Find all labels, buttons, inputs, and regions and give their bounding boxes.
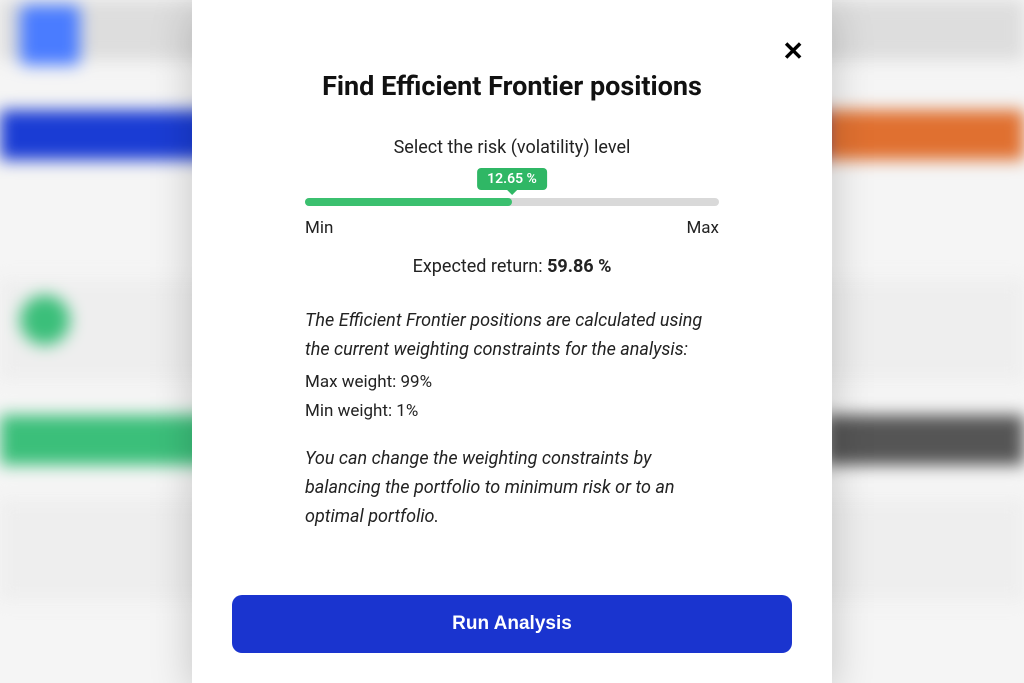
min-weight-text: Min weight: 1% xyxy=(305,398,719,425)
info-block: The Efficient Frontier positions are cal… xyxy=(305,307,719,535)
efficient-frontier-modal: ✕ Find Efficient Frontier positions Sele… xyxy=(192,0,832,683)
expected-return-value: 59.86 % xyxy=(547,256,611,277)
risk-slider[interactable]: 12.65 % Min Max xyxy=(305,198,719,238)
slider-min-label: Min xyxy=(305,218,333,238)
slider-track[interactable] xyxy=(305,198,719,206)
close-button[interactable]: ✕ xyxy=(782,38,804,64)
max-weight-text: Max weight: 99% xyxy=(305,369,719,396)
modal-title: Find Efficient Frontier positions xyxy=(232,70,792,102)
run-analysis-button[interactable]: Run Analysis xyxy=(232,595,792,653)
info-intro-text: The Efficient Frontier positions are cal… xyxy=(305,307,719,365)
slider-value-tooltip: 12.65 % xyxy=(477,168,547,190)
expected-return-text: Expected return: 59.86 % xyxy=(232,256,792,277)
slider-fill xyxy=(305,198,512,206)
slider-max-label: Max xyxy=(686,218,719,238)
expected-return-label: Expected return: xyxy=(413,256,547,277)
risk-level-subtitle: Select the risk (volatility) level xyxy=(232,137,792,158)
info-change-text: You can change the weighting constraints… xyxy=(305,445,719,531)
